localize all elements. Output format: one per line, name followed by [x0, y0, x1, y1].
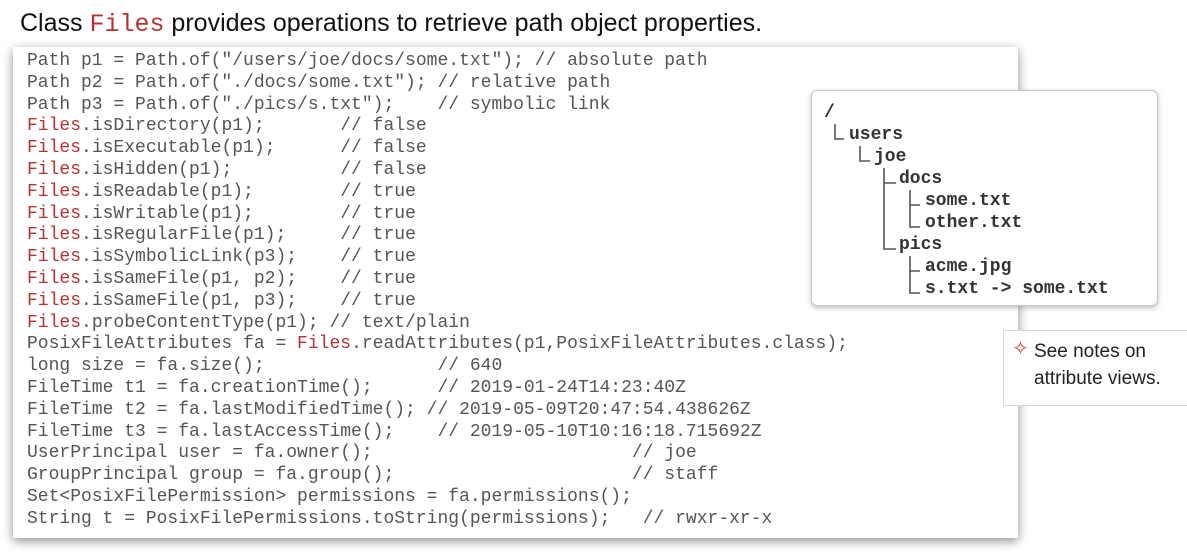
code-line: Files.isReadable(p1); // true — [27, 182, 848, 204]
code-line: FileTime t2 = fa.lastModifiedTime(); // … — [27, 400, 848, 422]
code-text: .isWritable(p1); // true — [81, 203, 416, 224]
tree-root: / — [824, 103, 835, 123]
code-line: Files.isSameFile(p1, p3); // true — [27, 291, 848, 313]
tree-folder-users: users — [849, 125, 904, 145]
code-line: PosixFileAttributes fa = Files.readAttri… — [27, 334, 848, 356]
code-text: .isSymbolicLink(p3); // true — [81, 247, 416, 268]
tree-file-s-txt-symlink: s.txt -> some.txt — [925, 279, 1109, 299]
files-class-keyword: Files — [27, 159, 82, 180]
code-text: Path p1 = Path.of("/users/joe/docs/some.… — [27, 51, 708, 71]
code-listing: Path p1 = Path.of("/users/joe/docs/some.… — [27, 51, 848, 531]
tree-file-some-txt: some.txt — [925, 191, 1012, 211]
code-line: FileTime t1 = fa.creationTime(); // 2019… — [27, 378, 848, 400]
code-text: .isExecutable(p1); // false — [81, 138, 427, 159]
code-text: FileTime t1 = fa.creationTime(); // 2019… — [27, 377, 686, 398]
note-text: See notes on attribute views. — [1034, 341, 1161, 389]
code-text: FileTime t3 = fa.lastAccessTime(); // 20… — [27, 421, 762, 442]
code-text: UserPrincipal user = fa.owner(); // joe — [27, 443, 697, 464]
code-line: GroupPrincipal group = fa.group(); // st… — [27, 465, 848, 487]
cross-bullet-icon: ✧ — [1012, 338, 1029, 360]
files-class-keyword: Files — [27, 268, 82, 289]
code-line: Path p1 = Path.of("/users/joe/docs/some.… — [27, 51, 848, 73]
code-text: .isRegularFile(p1); // true — [81, 225, 416, 246]
code-line: Files.isRegularFile(p1); // true — [27, 225, 848, 247]
code-text: Path p2 = Path.of("./docs/some.txt"); //… — [27, 72, 611, 93]
code-text: long size = fa.size(); // 640 — [27, 356, 503, 377]
code-text: .isSameFile(p1, p2); // true — [81, 268, 416, 289]
code-line: String t = PosixFilePermissions.toString… — [27, 509, 848, 531]
code-line: Files.isDirectory(p1); // false — [27, 116, 848, 138]
code-text: String t = PosixFilePermissions.toString… — [27, 508, 773, 529]
code-text: GroupPrincipal group = fa.group(); // st… — [27, 465, 719, 486]
title-suffix: provides operations to retrieve path obj… — [164, 9, 763, 37]
files-class-keyword: Files — [27, 247, 82, 268]
code-text: .readAttributes(p1,PosixFileAttributes.c… — [351, 334, 848, 355]
code-text: PosixFileAttributes fa = — [27, 334, 298, 355]
code-line: long size = fa.size(); // 640 — [27, 356, 848, 378]
files-class-keyword: Files — [27, 181, 82, 202]
directory-tree-panel: / users joe docs some.txt other.txt pics… — [811, 90, 1158, 306]
files-class-keyword: Files — [27, 312, 82, 333]
code-text: .isDirectory(p1); // false — [81, 116, 427, 137]
code-text: .isReadable(p1); // true — [81, 181, 416, 202]
files-class-keyword: Files — [27, 116, 82, 137]
files-class-keyword: Files — [27, 290, 82, 311]
code-line: FileTime t3 = fa.lastAccessTime(); // 20… — [27, 422, 848, 444]
code-text: .probeContentType(p1); // text/plain — [81, 312, 470, 333]
code-text: FileTime t2 = fa.lastModifiedTime(); // … — [27, 399, 751, 420]
code-line: Files.probeContentType(p1); // text/plai… — [27, 313, 848, 335]
code-text: .isSameFile(p1, p3); // true — [81, 290, 416, 311]
code-line: Files.isWritable(p1); // true — [27, 204, 848, 226]
files-class-keyword: Files — [27, 225, 82, 246]
code-line: Files.isHidden(p1); // false — [27, 160, 848, 182]
title-class-name: Files — [89, 10, 165, 39]
tree-file-other-txt: other.txt — [925, 213, 1023, 233]
tree-folder-docs: docs — [899, 169, 943, 189]
tree-folder-joe: joe — [874, 147, 907, 167]
code-line: Path p2 = Path.of("./docs/some.txt"); //… — [27, 73, 848, 95]
code-text: Path p3 = Path.of("./pics/s.txt"); // sy… — [27, 94, 611, 115]
code-line: Set<PosixFilePermission> permissions = f… — [27, 487, 848, 509]
code-line: Files.isSameFile(p1, p2); // true — [27, 269, 848, 291]
code-line: Files.isExecutable(p1); // false — [27, 138, 848, 160]
tree-file-acme-jpg: acme.jpg — [925, 257, 1012, 277]
slide-title: Class Files provides operations to retri… — [20, 9, 762, 39]
code-line: Files.isSymbolicLink(p3); // true — [27, 247, 848, 269]
code-text: Set<PosixFilePermission> permissions = f… — [27, 486, 632, 507]
tree-folder-pics: pics — [899, 235, 943, 255]
files-class-keyword: Files — [27, 203, 82, 224]
files-class-keyword: Files — [297, 334, 352, 355]
files-class-keyword: Files — [27, 138, 82, 159]
title-prefix: Class — [20, 9, 90, 37]
code-line: UserPrincipal user = fa.owner(); // joe — [27, 443, 848, 465]
code-text: .isHidden(p1); // false — [81, 159, 427, 180]
note-callout: ✧ See notes on attribute views. — [1003, 330, 1187, 406]
code-line: Path p3 = Path.of("./pics/s.txt"); // sy… — [27, 95, 848, 117]
